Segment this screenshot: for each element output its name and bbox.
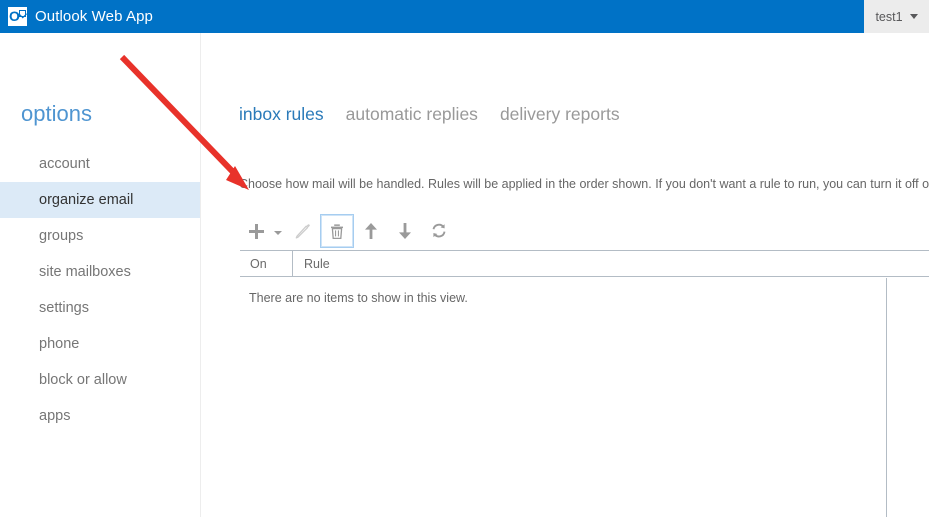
user-menu[interactable]: test1: [864, 0, 929, 33]
tab-bar: inbox rules automatic replies delivery r…: [239, 104, 620, 125]
chevron-down-icon: [909, 14, 918, 19]
tab-label: inbox rules: [239, 104, 324, 124]
rules-toolbar: [239, 213, 456, 249]
sidebar-item-block-or-allow[interactable]: block or allow: [0, 362, 200, 398]
table-header-row: On Rule: [240, 250, 929, 277]
tab-delivery-reports[interactable]: delivery reports: [500, 104, 620, 125]
sidebar-item-site-mailboxes[interactable]: site mailboxes: [0, 254, 200, 290]
refresh-icon: [432, 223, 446, 238]
content-pane: inbox rules automatic replies delivery r…: [202, 33, 929, 517]
sidebar-item-label: account: [39, 156, 90, 172]
column-header-on[interactable]: On: [240, 251, 293, 276]
brand: O Outlook Web App: [8, 7, 153, 26]
sidebar-item-label: settings: [39, 300, 89, 316]
outlook-logo-icon: O: [8, 7, 27, 26]
sidebar-item-groups[interactable]: groups: [0, 218, 200, 254]
outlook-logo-letter: O: [9, 8, 20, 24]
column-header-rule[interactable]: Rule: [293, 251, 929, 276]
refresh-button[interactable]: [422, 214, 456, 248]
page-title: options: [21, 101, 92, 126]
rules-table: On Rule There are no items to show in th…: [240, 250, 929, 305]
options-sidebar: options account organize email groups si…: [0, 33, 201, 517]
arrow-up-icon: [365, 223, 377, 239]
sidebar-item-organize-email[interactable]: organize email: [0, 182, 200, 218]
tab-label: delivery reports: [499, 104, 620, 124]
trash-icon: [331, 223, 343, 239]
pane-splitter[interactable]: [886, 278, 887, 517]
empty-state-message: There are no items to show in this view.: [249, 291, 468, 305]
sidebar-item-phone[interactable]: phone: [0, 326, 200, 362]
sidebar-item-label: phone: [39, 336, 80, 352]
edit-rule-button[interactable]: [286, 214, 320, 248]
user-name-label: test1: [875, 9, 903, 24]
app-title: Outlook Web App: [35, 8, 153, 25]
sidebar-item-label: apps: [39, 408, 71, 424]
sidebar-item-label: groups: [39, 228, 84, 244]
arrow-down-icon: [399, 223, 411, 239]
sidebar-item-settings[interactable]: settings: [0, 290, 200, 326]
pencil-icon: [295, 224, 310, 239]
tab-inbox-rules[interactable]: inbox rules: [239, 104, 324, 125]
sidebar-item-label: block or allow: [39, 372, 127, 388]
move-down-button[interactable]: [388, 214, 422, 248]
move-up-button[interactable]: [354, 214, 388, 248]
tab-label: automatic replies: [345, 104, 478, 124]
chevron-down-icon: [274, 230, 282, 235]
tab-automatic-replies[interactable]: automatic replies: [346, 104, 478, 125]
sidebar-item-label: organize email: [39, 192, 134, 208]
app-header-bar: O Outlook Web App: [0, 0, 929, 33]
sidebar-nav-list: account organize email groups site mailb…: [0, 146, 200, 434]
description-text: Choose how mail will be handled. Rules w…: [239, 177, 929, 191]
delete-rule-button[interactable]: [320, 214, 354, 248]
sidebar-item-account[interactable]: account: [0, 146, 200, 182]
sidebar-item-apps[interactable]: apps: [0, 398, 200, 434]
outlook-logo-envelope: [19, 10, 26, 17]
plus-icon: [239, 214, 273, 248]
add-rule-button[interactable]: [239, 214, 282, 248]
sidebar-item-label: site mailboxes: [39, 264, 131, 280]
